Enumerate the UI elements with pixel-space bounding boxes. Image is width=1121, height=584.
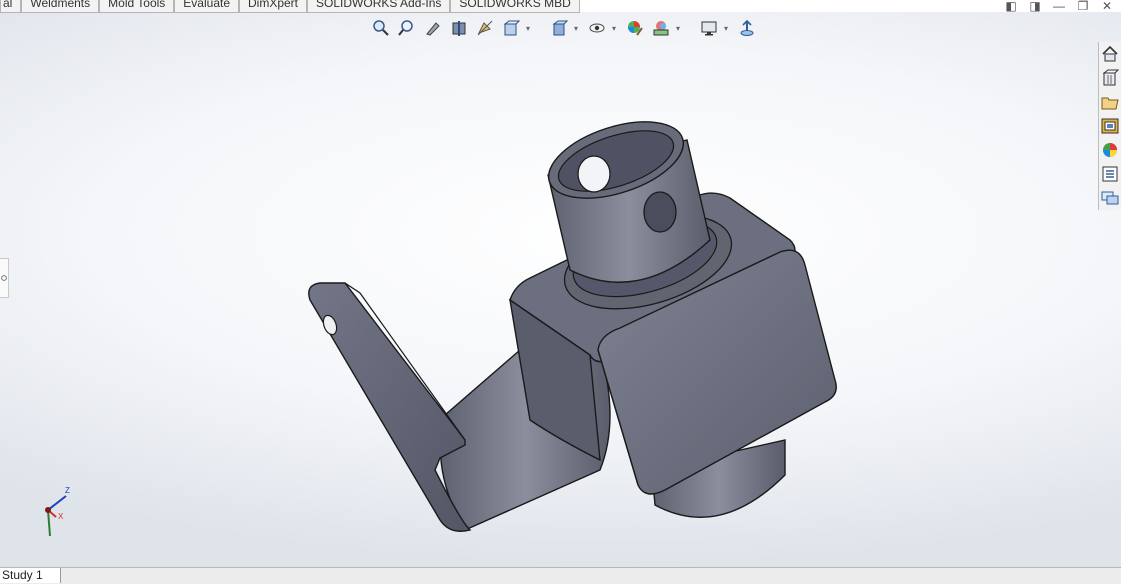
view-orientation-dropdown[interactable]: ▾ (526, 24, 534, 33)
collapse-dot-icon (1, 275, 7, 281)
minimize-button[interactable]: — (1051, 0, 1067, 14)
restore-button[interactable]: ❐ (1075, 0, 1091, 14)
file-explorer-icon[interactable] (1099, 90, 1121, 114)
task-pane (1098, 42, 1121, 210)
solidworks-resources-icon[interactable] (1099, 42, 1121, 66)
dynamic-annotation-icon[interactable] (474, 17, 496, 39)
previous-view-icon[interactable] (422, 17, 444, 39)
apply-scene-dropdown[interactable]: ▾ (676, 24, 684, 33)
hide-show-dropdown[interactable]: ▾ (612, 24, 620, 33)
tab-partial[interactable]: al (0, 0, 22, 13)
view-settings-icon[interactable] (698, 17, 720, 39)
triad-axes-icon (45, 495, 67, 537)
feature-manager-collapse-handle[interactable] (0, 258, 9, 298)
graphics-area[interactable] (0, 12, 1121, 567)
tab-study-1[interactable]: Study 1 (0, 568, 61, 583)
tab-solidworks-mbd[interactable]: SOLIDWORKS MBD (450, 0, 580, 13)
reference-triad: Z X (36, 484, 76, 544)
forum-icon[interactable] (1099, 186, 1121, 210)
apply-scene-icon[interactable] (650, 17, 672, 39)
design-library-icon[interactable] (1099, 66, 1121, 90)
rotate-view-icon[interactable] (736, 17, 758, 39)
tile-left-icon[interactable]: ◧ (1003, 0, 1019, 14)
zoom-to-fit-icon[interactable] (370, 17, 392, 39)
custom-properties-icon[interactable] (1099, 162, 1121, 186)
tab-solidworks-add-ins[interactable]: SOLIDWORKS Add-Ins (307, 0, 451, 13)
appearances-icon[interactable] (1099, 138, 1121, 162)
edit-appearance-icon[interactable] (624, 17, 646, 39)
heads-up-view-toolbar: ▾ ▾ ▾ ▾ ▾ (370, 16, 758, 40)
tab-weldments[interactable]: Weldments (21, 0, 100, 13)
display-style-icon[interactable] (548, 17, 570, 39)
section-view-icon[interactable] (448, 17, 470, 39)
triad-z-label: Z (65, 486, 70, 495)
hide-show-items-icon[interactable] (586, 17, 608, 39)
command-manager-tabs: al Weldments Mold Tools Evaluate DimXper… (0, 0, 580, 13)
tab-dimxpert[interactable]: DimXpert (239, 0, 308, 13)
view-settings-dropdown[interactable]: ▾ (724, 24, 732, 33)
view-palette-icon[interactable] (1099, 114, 1121, 138)
display-style-dropdown[interactable]: ▾ (574, 24, 582, 33)
bottom-tab-strip: Study 1 (0, 567, 1121, 584)
triad-x-label: X (58, 512, 64, 521)
tab-mold-tools[interactable]: Mold Tools (99, 0, 175, 13)
window-controls: ◧ ◨ — ❐ ✕ (1003, 0, 1115, 14)
view-orientation-icon[interactable] (500, 17, 522, 39)
tab-evaluate[interactable]: Evaluate (174, 0, 239, 13)
part-model[interactable] (0, 12, 1121, 567)
close-button[interactable]: ✕ (1099, 0, 1115, 14)
tile-right-icon[interactable]: ◨ (1027, 0, 1043, 14)
zoom-area-icon[interactable] (396, 17, 418, 39)
